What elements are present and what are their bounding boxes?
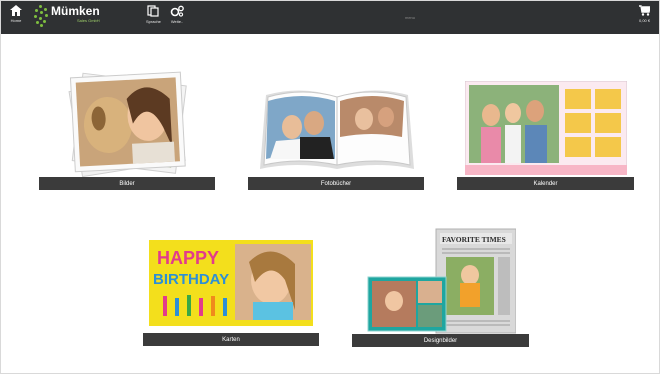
card-text-happy: HAPPY <box>157 248 219 268</box>
tile-bilder[interactable]: Bilder <box>39 69 215 190</box>
top-bar: Home Mümken Sales GmbH Sprache Weite.. m… <box>1 1 659 34</box>
shopping-cart-icon <box>639 5 651 16</box>
cart-button[interactable]: 0,00 € <box>639 5 650 23</box>
bilder-photo-stack <box>68 71 187 177</box>
more-button[interactable]: Weite.. <box>170 5 184 24</box>
home-label: Home <box>10 18 22 23</box>
more-label: Weite.. <box>170 19 184 24</box>
newspaper-title: FAVORITE TIMES <box>442 235 506 244</box>
tile-kalender-label: Kalender <box>457 177 634 190</box>
tile-designbilder-label: Designbilder <box>352 334 529 347</box>
brand-logo: Mümken Sales GmbH <box>33 5 100 27</box>
brand-subtitle: Sales GmbH <box>77 18 100 23</box>
tile-bilder-label: Bilder <box>39 177 215 190</box>
fotobuch-open-book <box>260 90 414 169</box>
designbilder-collage: FAVORITE TIMES <box>367 228 516 334</box>
tile-fotobuecher-label: Fotobücher <box>248 177 424 190</box>
tile-designbilder[interactable]: FAVORITE TIMES Designbilder <box>352 227 529 347</box>
home-icon <box>10 5 22 16</box>
tile-fotobuecher[interactable]: Fotobücher <box>248 69 424 190</box>
tile-kalender[interactable]: Kalender <box>457 69 634 190</box>
home-button[interactable]: Home <box>10 5 22 23</box>
tile-karten[interactable]: HAPPY BIRTHDAY Karten <box>143 232 319 346</box>
karten-birthday-card: HAPPY BIRTHDAY <box>149 240 313 326</box>
brand-name: Mümken <box>51 4 100 18</box>
cart-total: 0,00 € <box>639 18 651 23</box>
gears-icon <box>170 5 184 17</box>
logo-dots-icon <box>33 5 49 27</box>
tile-karten-label: Karten <box>143 333 319 346</box>
kalender-calendar <box>465 81 627 175</box>
language-button[interactable]: Sprache <box>146 5 161 24</box>
card-text-birthday: BIRTHDAY <box>153 271 229 288</box>
header-center-text: menu <box>405 15 416 20</box>
language-label: Sprache <box>146 19 161 24</box>
language-icon <box>147 5 160 17</box>
app-window: Home Mümken Sales GmbH Sprache Weite.. m… <box>0 0 660 374</box>
